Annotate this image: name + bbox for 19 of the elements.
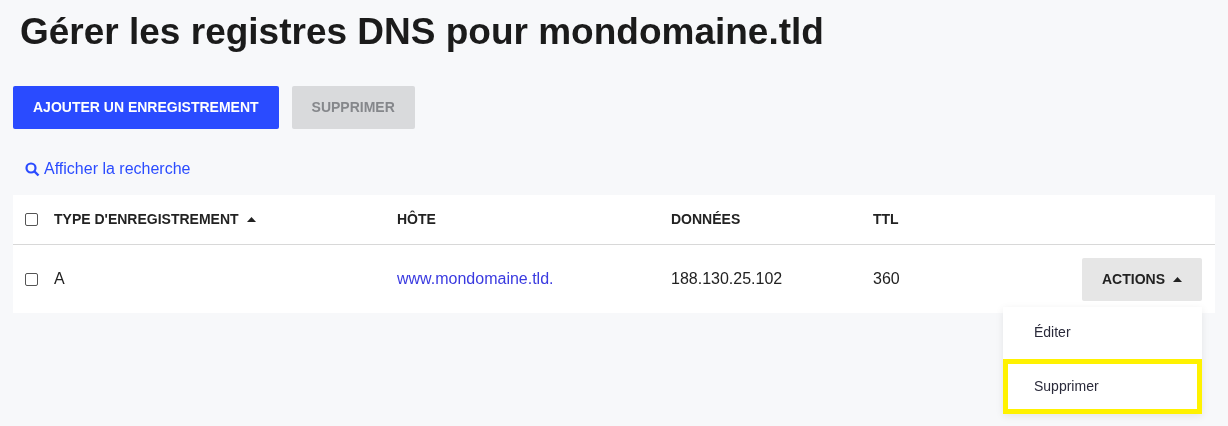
page-title: Gérer les registres DNS pour mondomaine.tld: [19, 10, 825, 54]
column-header[interactable]: HÔTE: [397, 209, 436, 230]
caret-icon: [246, 217, 256, 222]
search-icon: [25, 161, 40, 177]
checkbox[interactable]: [25, 213, 38, 226]
column-header[interactable]: TTL: [873, 209, 899, 230]
checkbox[interactable]: [25, 272, 38, 286]
menu-item[interactable]: Éditer: [1003, 306, 1202, 359]
table-cell-text: A: [54, 269, 65, 289]
caret-icon: [1173, 276, 1182, 282]
menu-item[interactable]: Supprimer: [1003, 358, 1202, 414]
column-header[interactable]: DONNÉES: [671, 209, 741, 230]
primary-button[interactable]: AJOUTER UN ENREGISTREMENT: [13, 86, 279, 129]
actions-button[interactable]: ACTIONS: [1082, 257, 1202, 301]
table-cell-text: 360: [873, 269, 900, 289]
search-link[interactable]: Afficher la recherche: [25, 157, 191, 181]
column-header[interactable]: TYPE D'ENREGISTREMENT: [54, 209, 256, 230]
host-link[interactable]: www.mondomaine.tld.: [397, 267, 554, 291]
table-cell-text: 188.130.25.102: [671, 269, 783, 289]
